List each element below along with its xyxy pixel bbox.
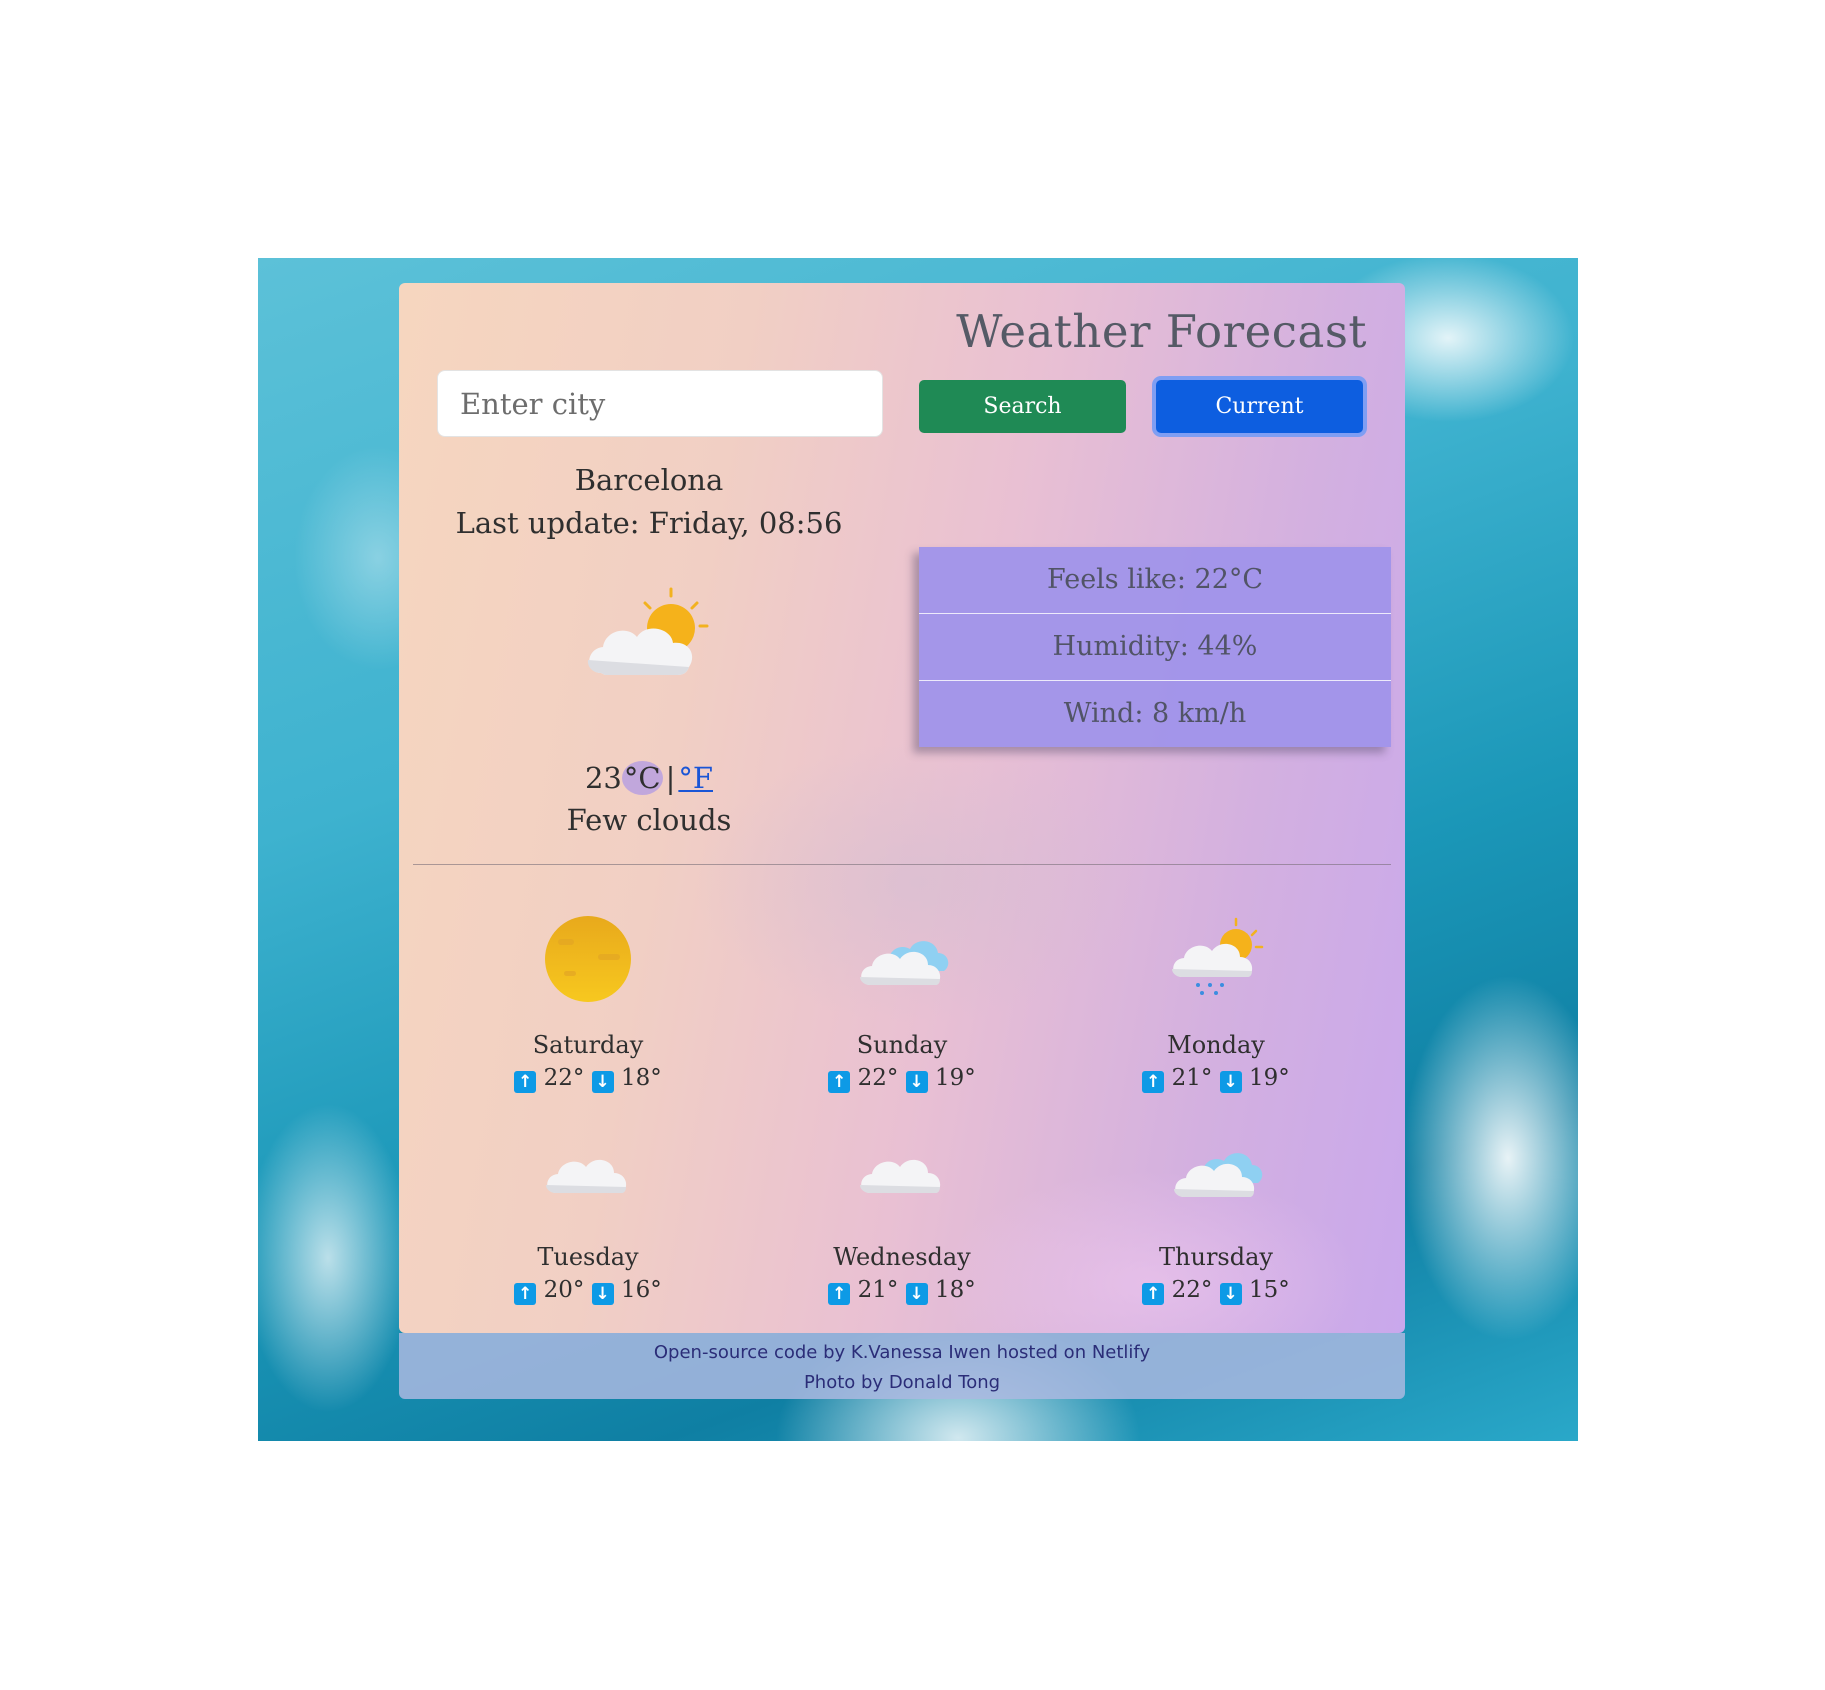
arrow-up-icon: ↑ (828, 1283, 851, 1305)
forecast-day-name: Monday (1167, 1031, 1265, 1059)
arrow-up-icon: ↑ (1142, 1071, 1165, 1093)
forecast-low: 15° (1248, 1277, 1290, 1303)
footer-hosted-text: hosted on (990, 1342, 1092, 1363)
forecast-low: 19° (1248, 1065, 1290, 1091)
forecast-temps: ↑ 22° ↓ 19° (752, 1065, 1052, 1093)
arrow-up-icon: ↑ (514, 1283, 537, 1305)
forecast-high: 22° (857, 1065, 899, 1091)
forecast-temps: ↑ 21° ↓ 18° (752, 1277, 1052, 1305)
forecast-day: Sunday ↑ 22° ↓ 19° (752, 909, 1052, 1093)
footer-credits-line: Open-source code by K.Vanessa Iwen hoste… (399, 1342, 1405, 1363)
scattered-clouds-icon (860, 1159, 941, 1193)
forecast-temps: ↑ 20° ↓ 16° (438, 1277, 738, 1305)
netlify-link[interactable]: Netlify (1092, 1342, 1150, 1363)
forecast-day-name: Sunday (856, 1031, 948, 1059)
forecast-day: Tuesday ↑ 20° ↓ 16° (438, 1121, 738, 1305)
arrow-down-icon: ↓ (591, 1071, 614, 1093)
arrow-down-icon: ↓ (1219, 1283, 1242, 1305)
footer: Open-source code by K.Vanessa Iwen hoste… (399, 1333, 1405, 1399)
broken-clouds-icon (1174, 1153, 1263, 1197)
forecast-day-name: Tuesday (537, 1243, 639, 1271)
broken-clouds-icon (860, 941, 949, 985)
forecast-temps: ↑ 22° ↓ 15° (1066, 1277, 1366, 1305)
arrow-down-icon: ↓ (591, 1283, 614, 1305)
forecast-low: 18° (620, 1065, 662, 1091)
arrow-down-icon: ↓ (1219, 1071, 1242, 1093)
forecast-day: Wednesday ↑ 21° ↓ 18° (752, 1121, 1052, 1305)
forecast-low: 18° (934, 1277, 976, 1303)
forecast-high: 20° (543, 1277, 585, 1303)
arrow-up-icon: ↑ (828, 1071, 851, 1093)
forecast-high: 22° (543, 1065, 585, 1091)
forecast-day-name: Saturday (532, 1031, 644, 1059)
forecast-grid: Saturday ↑ 22° ↓ 18° Sunday ↑ 22° ↓ 19° (399, 283, 1405, 1333)
arrow-down-icon: ↓ (905, 1283, 928, 1305)
scattered-clouds-icon (546, 1159, 627, 1193)
forecast-low: 19° (934, 1065, 976, 1091)
forecast-day: Thursday ↑ 22° ↓ 15° (1066, 1121, 1366, 1305)
footer-photo-credit: Photo by Donald Tong (399, 1372, 1405, 1393)
photographer-link[interactable]: Donald Tong (889, 1372, 1000, 1393)
forecast-temps: ↑ 22° ↓ 18° (438, 1065, 738, 1093)
source-code-link[interactable]: Open-source code (654, 1342, 817, 1363)
forecast-high: 22° (1171, 1277, 1213, 1303)
forecast-day: Monday ↑ 21° ↓ 19° (1066, 909, 1366, 1093)
forecast-high: 21° (857, 1277, 899, 1303)
forecast-high: 21° (1171, 1065, 1213, 1091)
rain-day-icon (1172, 917, 1264, 995)
forecast-day: Saturday ↑ 22° ↓ 18° (438, 909, 738, 1093)
forecast-day-name: Thursday (1159, 1243, 1273, 1271)
forecast-temps: ↑ 21° ↓ 19° (1066, 1065, 1366, 1093)
forecast-day-name: Wednesday (833, 1243, 971, 1271)
forecast-low: 16° (620, 1277, 662, 1303)
clear-sky-icon (545, 916, 631, 1002)
photo-by-text: Photo by (803, 1372, 889, 1393)
arrow-down-icon: ↓ (905, 1071, 928, 1093)
arrow-up-icon: ↑ (1142, 1283, 1165, 1305)
footer-by-text: by (817, 1342, 851, 1363)
arrow-up-icon: ↑ (514, 1071, 537, 1093)
author-link[interactable]: K.Vanessa Iwen (851, 1342, 991, 1363)
weather-card: Weather Forecast Search Current Barcelon… (399, 283, 1405, 1333)
